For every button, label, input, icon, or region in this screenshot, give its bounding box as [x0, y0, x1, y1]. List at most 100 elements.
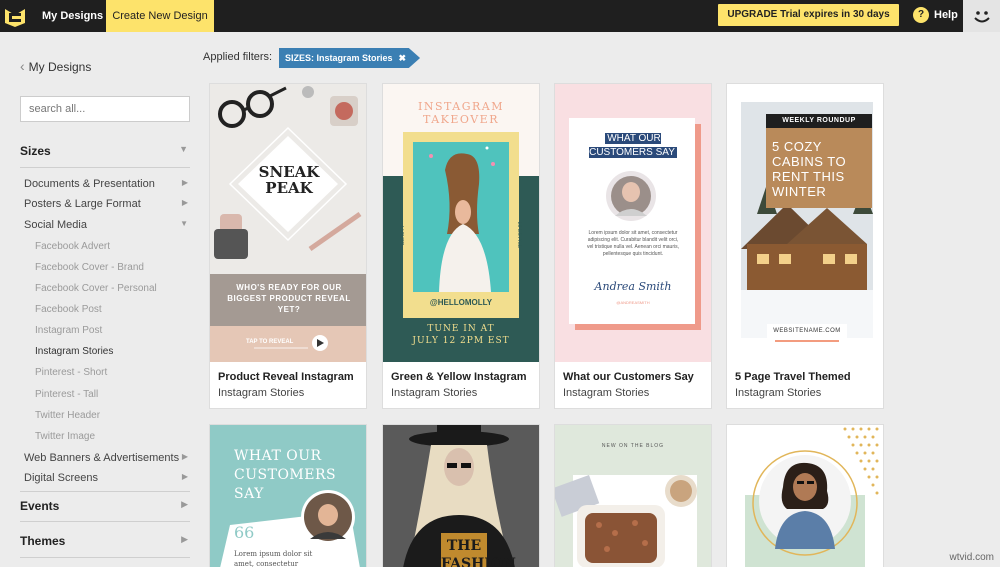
watermark: wtvid.com: [949, 552, 994, 563]
thumb-headline: WHAT OUR CUSTOMERS SAY: [583, 132, 683, 160]
category-label: Posters & Large Format: [24, 198, 141, 210]
thumb-time-label: JULY 12 2PM EST: [412, 336, 510, 346]
category-label: Web Banners & Advertisements: [24, 452, 180, 464]
search-input[interactable]: [20, 96, 190, 122]
help-icon[interactable]: ?: [913, 7, 929, 23]
sub-item-active[interactable]: Instagram Stories: [35, 346, 113, 357]
create-new-design-button[interactable]: Create New Design: [106, 0, 214, 32]
themes-section[interactable]: Themes ▶: [20, 534, 190, 548]
category-digital-screens[interactable]: Digital Screens ▶: [24, 472, 188, 484]
divider: [20, 557, 190, 558]
design-card[interactable]: INSTAGRAM TAKEOVER @HELLOMOLLY BEAUTY LI…: [382, 83, 540, 409]
sub-item[interactable]: Facebook Advert: [35, 241, 110, 252]
category-web-banners[interactable]: Web Banners & Advertisements ▶: [24, 452, 188, 464]
category-label: Documents & Presentation: [24, 178, 155, 190]
chevron-left-icon: ‹: [20, 58, 25, 74]
card-title: Green & Yellow Instagram: [391, 371, 527, 383]
quote-icon: 66: [234, 523, 255, 542]
back-label: My Designs: [28, 60, 92, 74]
card-subtitle: Instagram Stories: [563, 387, 650, 399]
sub-item[interactable]: Twitter Image: [35, 431, 95, 442]
design-thumbnail[interactable]: WEEKLY ROUNDUP 5 COZY CABINS TO RENT THI…: [727, 84, 883, 362]
thumb-body: Lorem ipsum dolor sit amet, consectetur …: [587, 230, 679, 257]
caret-down-icon: ▼: [179, 144, 188, 154]
close-icon[interactable]: ✖: [399, 53, 407, 63]
category-posters[interactable]: Posters & Large Format ▶: [24, 198, 188, 210]
logo-icon[interactable]: [0, 0, 30, 32]
card-title: 5 Page Travel Themed: [735, 371, 851, 383]
divider: [20, 521, 190, 522]
sub-item[interactable]: Facebook Cover - Brand: [35, 262, 144, 273]
back-to-my-designs[interactable]: ‹ My Designs: [20, 58, 91, 74]
thumb-handle: @ANDREASMITH: [616, 300, 650, 305]
filter-chip-label: SIZES: Instagram Stories: [285, 53, 393, 63]
caret-down-icon: ▼: [180, 219, 188, 228]
design-card[interactable]: WHAT OUR CUSTOMERS SAY 66 Lorem ipsum do…: [209, 424, 367, 567]
thumb-headline: 5 COZY CABINS TO RENT THIS WINTER: [772, 139, 847, 199]
design-thumbnail[interactable]: WHAT OUR CUSTOMERS SAY 66 Lorem ipsum do…: [210, 425, 366, 567]
category-social-media[interactable]: Social Media ▼: [24, 219, 188, 231]
thumb-side-label: BEAUTY: [400, 225, 406, 246]
design-card[interactable]: THE FASHION: [382, 424, 540, 567]
thumb-headline: INSTAGRAM TAKEOVER: [418, 100, 504, 126]
category-label: Social Media: [24, 219, 87, 231]
design-thumbnail[interactable]: THE FASHION: [383, 425, 539, 567]
thumb-tag: NEW ON THE BLOG: [601, 443, 665, 449]
caret-right-icon: ▶: [181, 534, 188, 544]
sub-item[interactable]: Facebook Post: [35, 304, 102, 315]
filter-chip[interactable]: SIZES: Instagram Stories ✖: [279, 48, 421, 68]
thumb-tag: WEEKLY ROUNDUP: [782, 117, 856, 124]
card-subtitle: Instagram Stories: [391, 387, 478, 399]
caret-right-icon: ▶: [181, 472, 188, 481]
design-thumbnail[interactable]: SNEAK PEAK WHO'S READY FOR OUR BIGGEST P…: [210, 84, 366, 362]
thumb-headline: SNEAK PEAK: [258, 163, 320, 197]
sub-item[interactable]: Facebook Cover - Personal: [35, 283, 157, 294]
thumb-headline: THE FASHION: [441, 538, 516, 567]
caret-right-icon: ▶: [181, 452, 188, 461]
thumb-side-label: LIFESTYLE: [516, 221, 522, 249]
divider: [20, 167, 190, 168]
upgrade-button[interactable]: UPGRADE Trial expires in 30 days: [718, 4, 899, 26]
design-thumbnail[interactable]: [727, 425, 883, 567]
themes-label: Themes: [20, 534, 66, 548]
thumb-handle: @HELLOMOLLY: [429, 298, 493, 307]
my-designs-nav[interactable]: My Designs: [34, 0, 111, 32]
design-card[interactable]: WEEKLY ROUNDUP 5 COZY CABINS TO RENT THI…: [726, 83, 884, 409]
thumb-site: WEBSITENAME.COM: [767, 324, 847, 338]
thumb-headline-text: WHAT OUR CUSTOMERS SAY: [589, 133, 677, 158]
design-card[interactable]: [726, 424, 884, 567]
sizes-label: Sizes: [20, 144, 51, 158]
thumb-tap-label: TAP TO REVEAL: [246, 339, 294, 345]
help-link[interactable]: Help: [934, 0, 958, 32]
card-subtitle: Instagram Stories: [735, 387, 822, 399]
card-title: Product Reveal Instagram: [218, 371, 354, 383]
sub-item[interactable]: Instagram Post: [35, 325, 102, 336]
category-documents[interactable]: Documents & Presentation ▶: [24, 178, 188, 190]
caret-right-icon: ▶: [181, 178, 188, 187]
caret-right-icon: ▶: [181, 198, 188, 207]
events-label: Events: [20, 499, 60, 513]
sidebar: ‹My Designs Sizes ▼ Documents & Presenta…: [0, 32, 200, 567]
thumb-headline: WHAT OUR CUSTOMERS SAY: [234, 448, 337, 502]
sub-item[interactable]: Pinterest - Short: [35, 367, 107, 378]
thumb-body: Lorem ipsum dolor sit amet, consectetur …: [234, 550, 313, 567]
top-bar: My Designs Create New Design UPGRADE Tri…: [0, 0, 1000, 32]
category-label: Digital Screens: [24, 472, 98, 484]
applied-filters-label: Applied filters:: [203, 51, 273, 63]
design-card[interactable]: WHAT OUR CUSTOMERS SAY Lorem ipsum dolor…: [554, 83, 712, 409]
smiley-icon[interactable]: [963, 0, 1000, 32]
design-thumbnail[interactable]: INSTAGRAM TAKEOVER @HELLOMOLLY BEAUTY LI…: [383, 84, 539, 362]
sub-item[interactable]: Twitter Header: [35, 410, 100, 421]
design-thumbnail[interactable]: WHAT OUR CUSTOMERS SAY Lorem ipsum dolor…: [555, 84, 711, 362]
design-card[interactable]: SNEAK PEAK WHO'S READY FOR OUR BIGGEST P…: [209, 83, 367, 409]
sizes-section[interactable]: Sizes ▼: [20, 144, 190, 158]
divider: [20, 491, 190, 492]
sub-item[interactable]: Pinterest - Tall: [35, 389, 98, 400]
caret-right-icon: ▶: [181, 499, 188, 509]
card-title: What our Customers Say: [563, 371, 694, 383]
design-card[interactable]: NEW ON THE BLOG: [554, 424, 712, 567]
events-section[interactable]: Events ▶: [20, 499, 190, 513]
thumb-tune-label: TUNE IN AT: [427, 324, 495, 334]
design-thumbnail[interactable]: NEW ON THE BLOG: [555, 425, 711, 567]
card-subtitle: Instagram Stories: [218, 387, 305, 399]
